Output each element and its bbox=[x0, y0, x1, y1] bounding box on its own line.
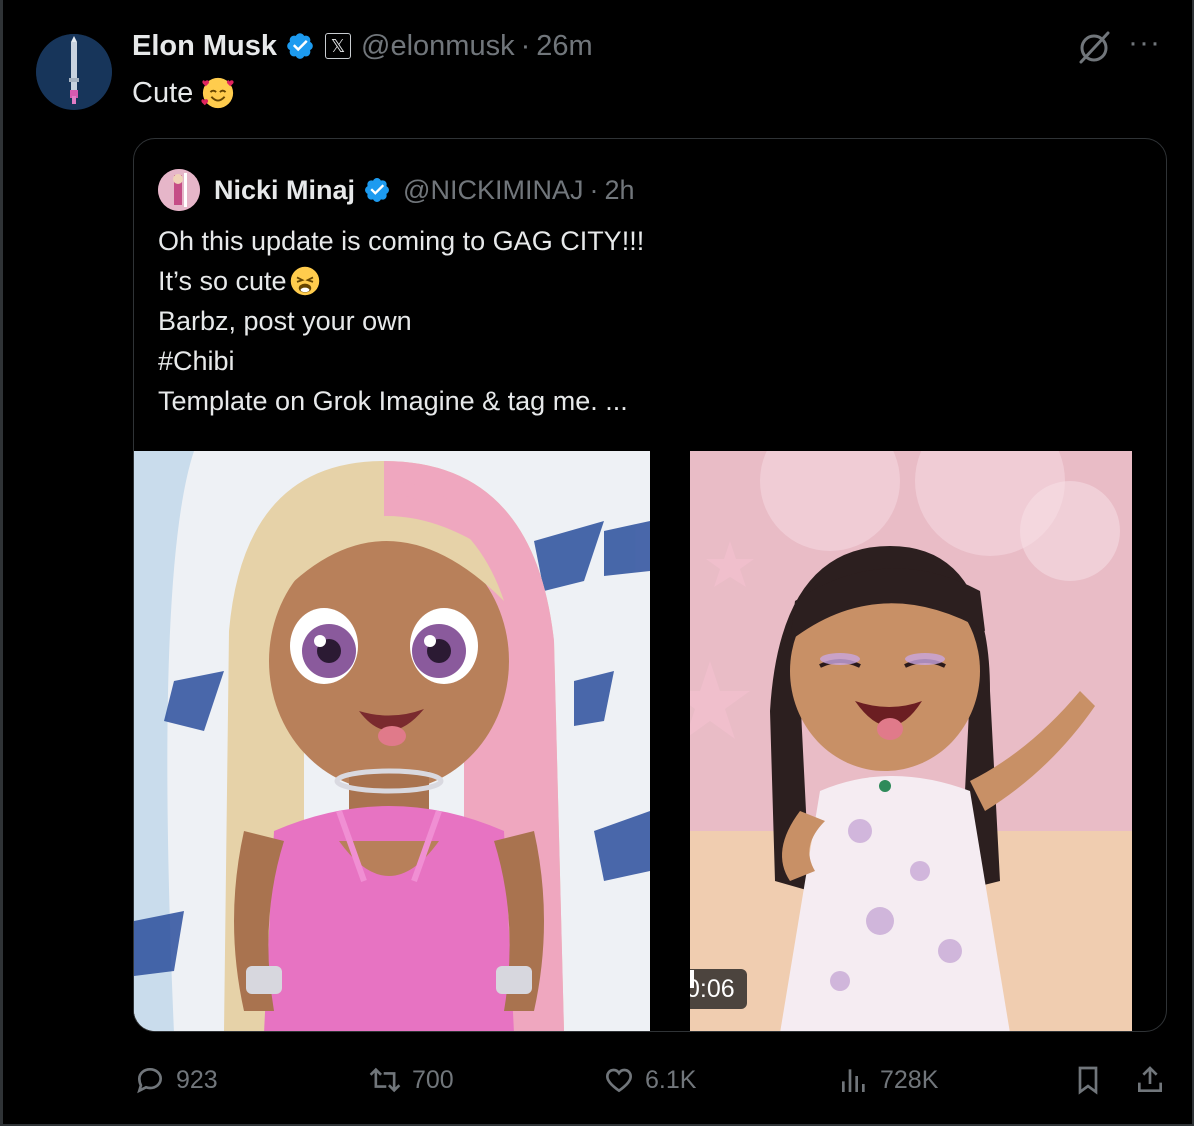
author-name[interactable]: Elon Musk bbox=[132, 30, 277, 63]
quoted-text-line-1: Oh this update is coming to GAG CITY!!! bbox=[158, 226, 645, 256]
quoted-text-line: Oh this update is coming to GAG CITY!!! bbox=[158, 221, 1138, 261]
heart-icon bbox=[606, 1068, 632, 1093]
quoted-author-avatar[interactable] bbox=[158, 169, 200, 211]
separator-dot: · bbox=[520, 29, 531, 62]
video-playback-indicator[interactable]: 0:06 bbox=[690, 969, 747, 1009]
tweet-action-bar: 923 700 6.1K 728K bbox=[0, 1058, 1194, 1102]
like-count: 6.1K bbox=[645, 1065, 697, 1094]
reply-button[interactable]: 923 bbox=[134, 1058, 218, 1102]
bookmark-icon bbox=[1078, 1066, 1098, 1095]
repost-icon bbox=[369, 1067, 401, 1093]
quoted-tweet-header: Nicki Minaj @NICKIMINAJ · 2h bbox=[214, 169, 635, 211]
video-duration: 0:06 bbox=[690, 974, 735, 1003]
quoted-author-name[interactable]: Nicki Minaj bbox=[214, 175, 355, 206]
quoted-tweet-card[interactable]: Nicki Minaj @NICKIMINAJ · 2h Oh this upd… bbox=[133, 138, 1167, 1032]
x-affiliate-badge-icon: 𝕏 bbox=[325, 33, 352, 59]
quoted-tweet-text: Oh this update is coming to GAG CITY!!! … bbox=[158, 221, 1138, 421]
grok-icon[interactable] bbox=[1075, 28, 1113, 66]
smiling-face-with-hearts-icon bbox=[201, 77, 234, 109]
media-video-chibi-dance[interactable]: 0:06 bbox=[690, 451, 1132, 1031]
window-frame-left bbox=[0, 0, 3, 1126]
views-chart-icon bbox=[842, 1069, 865, 1092]
reply-icon bbox=[137, 1067, 163, 1094]
reply-count: 923 bbox=[176, 1065, 218, 1094]
quoted-text-line: Template on Grok Imagine & tag me. ... bbox=[158, 381, 1138, 421]
repost-button[interactable]: 700 bbox=[368, 1058, 454, 1102]
views-count: 728K bbox=[880, 1065, 939, 1094]
bookmark-button[interactable] bbox=[1072, 1058, 1114, 1102]
media-image-chibi-doll[interactable] bbox=[134, 451, 650, 1031]
quoted-text-line: Barbz, post your own bbox=[158, 301, 1138, 341]
quoted-text-line-2: It’s so cute bbox=[158, 266, 287, 296]
tweet-text-content: Cute bbox=[132, 76, 194, 109]
author-avatar[interactable] bbox=[36, 34, 112, 110]
pause-icon[interactable] bbox=[690, 969, 696, 989]
separator-dot: · bbox=[589, 174, 599, 205]
tweet-timestamp[interactable]: 26m bbox=[536, 30, 592, 63]
quoted-author-handle[interactable]: @NICKIMINAJ bbox=[403, 175, 583, 206]
share-button[interactable] bbox=[1134, 1058, 1176, 1102]
quoted-text-line-3: Barbz, post your own bbox=[158, 306, 412, 336]
quoted-text-line: It’s so cute bbox=[158, 261, 1138, 301]
tweet-text: Cute bbox=[132, 76, 235, 110]
repost-count: 700 bbox=[412, 1065, 454, 1094]
verified-badge-icon bbox=[365, 178, 390, 202]
more-options-icon[interactable]: ··· bbox=[1128, 28, 1168, 58]
weary-face-icon bbox=[290, 266, 319, 296]
views-button[interactable]: 728K bbox=[838, 1058, 938, 1102]
verified-badge-icon bbox=[287, 33, 313, 59]
hashtag-link[interactable]: #Chibi bbox=[158, 341, 235, 381]
like-button[interactable]: 6.1K bbox=[603, 1058, 696, 1102]
quoted-text-line-5: Template on Grok Imagine & tag me. ... bbox=[158, 386, 628, 416]
author-handle[interactable]: @elonmusk bbox=[361, 30, 515, 63]
quoted-tweet-timestamp[interactable]: 2h bbox=[604, 175, 634, 206]
tweet-header: Elon Musk 𝕏 @elonmusk · 26m bbox=[132, 26, 593, 66]
quoted-text-line: #Chibi bbox=[158, 341, 1138, 381]
share-icon bbox=[1138, 1066, 1162, 1092]
